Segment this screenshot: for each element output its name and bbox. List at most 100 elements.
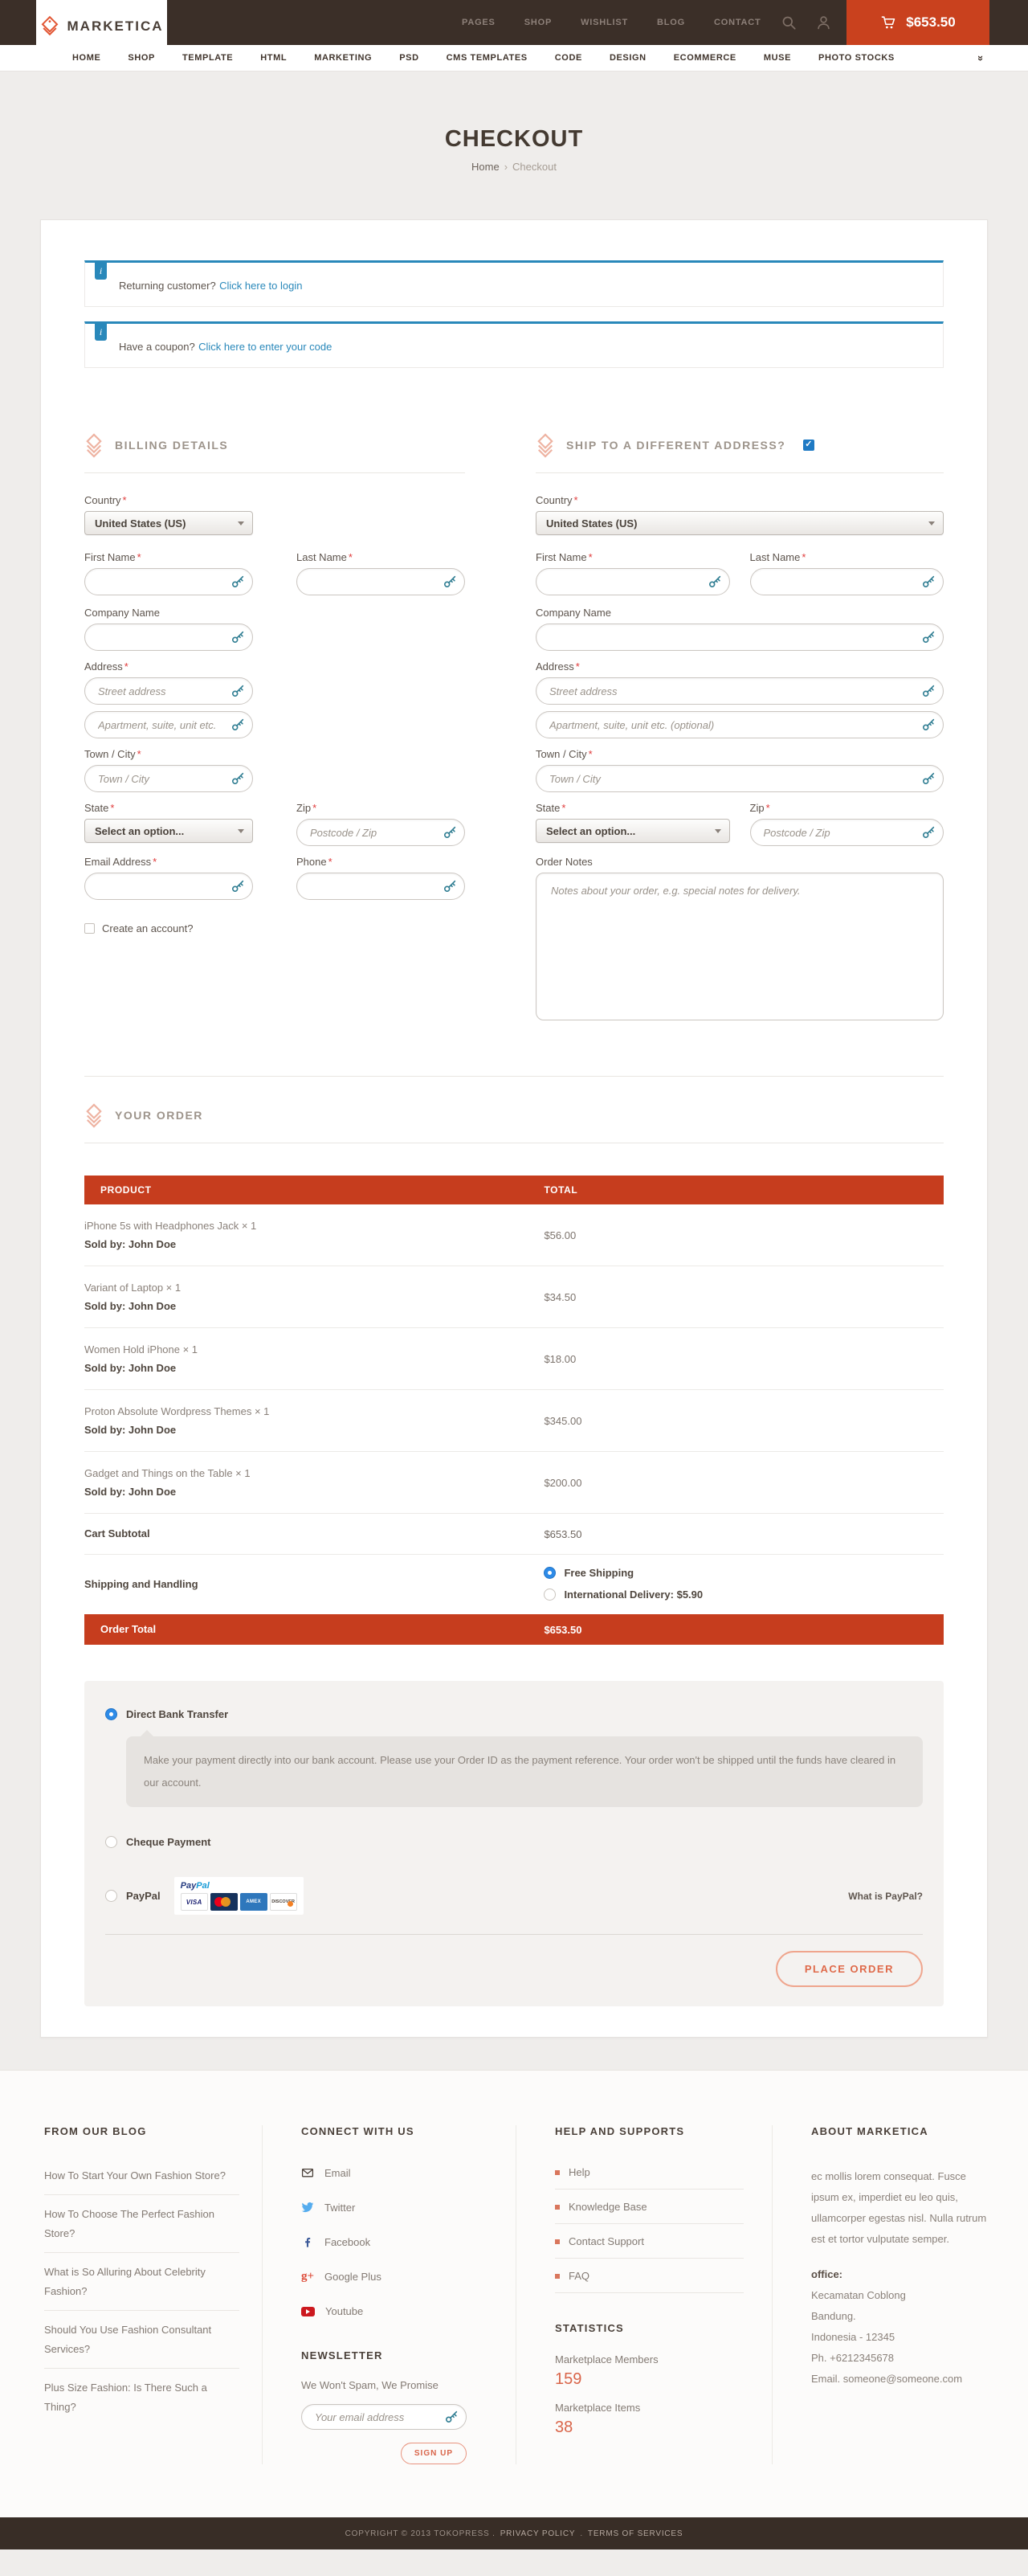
knowledge-base-link[interactable]: Knowledge Base bbox=[555, 2201, 744, 2224]
required-mark: * bbox=[137, 551, 141, 563]
free-shipping-option[interactable]: Free Shipping bbox=[544, 1567, 703, 1579]
billing-phone-input[interactable] bbox=[296, 873, 465, 900]
login-link[interactable]: Click here to login bbox=[219, 280, 302, 292]
facebook-social-link[interactable]: Facebook bbox=[301, 2235, 493, 2248]
what-is-paypal-link[interactable]: What is PayPal? bbox=[848, 1891, 923, 1902]
blog-link[interactable]: How To Start Your Own Fashion Store? bbox=[44, 2166, 239, 2195]
breadcrumb-home-link[interactable]: Home bbox=[471, 161, 500, 173]
radio-icon[interactable] bbox=[105, 1836, 117, 1848]
top-menu-shop[interactable]: SHOP bbox=[524, 18, 552, 27]
billing-last-name-input[interactable] bbox=[296, 568, 465, 595]
nav-item-home[interactable]: HOME bbox=[72, 53, 100, 63]
billing-street-input[interactable] bbox=[84, 677, 253, 705]
billing-first-name-input[interactable] bbox=[84, 568, 253, 595]
order-row: Gadget and Things on the Table × 1 Sold … bbox=[84, 1452, 944, 1514]
coupon-link[interactable]: Click here to enter your code bbox=[198, 341, 332, 353]
cheque-option[interactable]: Cheque Payment bbox=[105, 1836, 923, 1848]
billing-company-input[interactable] bbox=[84, 624, 253, 651]
nav-item-photo-stocks[interactable]: PHOTO STOCKS bbox=[818, 53, 895, 63]
phone-label: Phone* bbox=[296, 856, 465, 868]
blog-link[interactable]: Plus Size Fashion: Is There Such a Thing… bbox=[44, 2378, 239, 2426]
notice-text: Returning customer? bbox=[119, 280, 216, 292]
nav-item-cms-templates[interactable]: CMS TEMPLATES bbox=[447, 53, 528, 63]
shipping-town-input[interactable] bbox=[536, 765, 944, 792]
international-delivery-option[interactable]: International Delivery: $5.90 bbox=[544, 1589, 703, 1601]
billing-country-select[interactable]: United States (US) bbox=[84, 511, 253, 535]
shipping-last-name-input[interactable] bbox=[750, 568, 944, 595]
nav-item-html[interactable]: HTML bbox=[260, 53, 287, 63]
radio-selected-icon[interactable] bbox=[544, 1567, 556, 1579]
nav-item-design[interactable]: DESIGN bbox=[610, 53, 647, 63]
breadcrumb-current: Checkout bbox=[512, 161, 557, 173]
nav-more-icon[interactable]: » bbox=[975, 55, 987, 60]
top-menu-wishlist[interactable]: WISHLIST bbox=[581, 18, 628, 27]
account-icon[interactable] bbox=[816, 15, 831, 31]
shipping-street-input[interactable] bbox=[536, 677, 944, 705]
shipping-company-input[interactable] bbox=[536, 624, 944, 651]
town-label: Town / City* bbox=[84, 748, 253, 760]
payment-methods-box: Direct Bank Transfer Make your payment d… bbox=[84, 1681, 944, 2006]
blog-link[interactable]: Should You Use Fashion Consultant Servic… bbox=[44, 2320, 239, 2369]
shipping-first-name-field: First Name* bbox=[536, 551, 730, 595]
top-menu-blog[interactable]: BLOG bbox=[657, 18, 685, 27]
brand-logo[interactable]: MARKETICA bbox=[36, 0, 167, 53]
help-column-heading: HELP AND SUPPORTS bbox=[555, 2125, 749, 2137]
required-mark: * bbox=[589, 551, 593, 563]
shipping-first-name-input[interactable] bbox=[536, 568, 730, 595]
free-shipping-label: Free Shipping bbox=[564, 1567, 634, 1579]
place-order-button[interactable]: PLACE ORDER bbox=[776, 1951, 923, 1987]
google-plus-social-link[interactable]: g+ Google Plus bbox=[301, 2270, 493, 2284]
create-account-checkbox[interactable] bbox=[84, 923, 95, 934]
twitter-icon bbox=[301, 2201, 314, 2214]
cart-button[interactable]: $653.50 bbox=[846, 0, 989, 45]
statistics-block: STATISTICS Marketplace Members 159 Marke… bbox=[555, 2322, 749, 2437]
billing-apartment-input[interactable] bbox=[84, 711, 253, 738]
order-notes-textarea[interactable] bbox=[536, 873, 944, 1020]
required-mark: * bbox=[110, 802, 114, 814]
terms-link[interactable]: TERMS OF SERVICES bbox=[588, 2529, 683, 2538]
marketplace-items-value: 38 bbox=[555, 2419, 749, 2437]
email-icon bbox=[301, 2166, 314, 2179]
nav-item-ecommerce[interactable]: ECOMMERCE bbox=[674, 53, 736, 63]
nav-item-template[interactable]: TEMPLATE bbox=[182, 53, 233, 63]
required-mark: * bbox=[328, 856, 332, 868]
zip-label: Zip* bbox=[296, 802, 465, 814]
faq-link[interactable]: FAQ bbox=[555, 2270, 744, 2293]
shipping-apartment-input[interactable] bbox=[536, 711, 944, 738]
billing-email-input[interactable] bbox=[84, 873, 253, 900]
shipping-country-select[interactable]: United States (US) bbox=[536, 511, 944, 535]
help-link[interactable]: Help bbox=[555, 2166, 744, 2190]
nav-item-code[interactable]: CODE bbox=[555, 53, 582, 63]
coupon-notice: i Have a coupon? Click here to enter you… bbox=[84, 321, 944, 368]
radio-icon[interactable] bbox=[105, 1890, 117, 1902]
blog-link[interactable]: What is So Alluring About Celebrity Fash… bbox=[44, 2263, 239, 2311]
product-name: iPhone 5s with Headphones Jack × 1 bbox=[84, 1220, 528, 1232]
blog-link[interactable]: How To Choose The Perfect Fashion Store? bbox=[44, 2205, 239, 2253]
radio-icon[interactable] bbox=[544, 1589, 556, 1601]
contact-support-link[interactable]: Contact Support bbox=[555, 2235, 744, 2259]
privacy-policy-link[interactable]: PRIVACY POLICY bbox=[500, 2529, 576, 2538]
nav-item-shop[interactable]: SHOP bbox=[128, 53, 155, 63]
top-menu-contact[interactable]: CONTACT bbox=[714, 18, 761, 27]
top-menu-pages[interactable]: PAGES bbox=[462, 18, 496, 27]
bank-transfer-option[interactable]: Direct Bank Transfer bbox=[105, 1708, 923, 1720]
billing-zip-input[interactable] bbox=[296, 819, 465, 846]
twitter-social-link[interactable]: Twitter bbox=[301, 2201, 493, 2214]
radio-selected-icon[interactable] bbox=[105, 1708, 117, 1720]
email-social-link[interactable]: Email bbox=[301, 2166, 493, 2179]
newsletter-email-input[interactable] bbox=[301, 2404, 467, 2430]
search-icon[interactable] bbox=[781, 15, 797, 31]
sign-up-button[interactable]: SIGN UP bbox=[401, 2443, 467, 2464]
your-order-section: YOUR ORDER PRODUCT TOTAL iPhone 5s with … bbox=[84, 1076, 944, 1645]
page-head: CHECKOUT Home›Checkout bbox=[0, 72, 1028, 219]
billing-state-select[interactable]: Select an option... bbox=[84, 819, 253, 843]
nav-item-marketing[interactable]: MARKETING bbox=[314, 53, 372, 63]
required-mark: * bbox=[153, 856, 157, 868]
nav-item-muse[interactable]: MUSE bbox=[764, 53, 791, 63]
billing-town-input[interactable] bbox=[84, 765, 253, 792]
youtube-social-link[interactable]: Youtube bbox=[301, 2305, 493, 2317]
shipping-zip-input[interactable] bbox=[750, 819, 944, 846]
ship-different-address-checkbox[interactable] bbox=[803, 440, 814, 451]
nav-item-psd[interactable]: PSD bbox=[399, 53, 418, 63]
shipping-state-select[interactable]: Select an option... bbox=[536, 819, 730, 843]
